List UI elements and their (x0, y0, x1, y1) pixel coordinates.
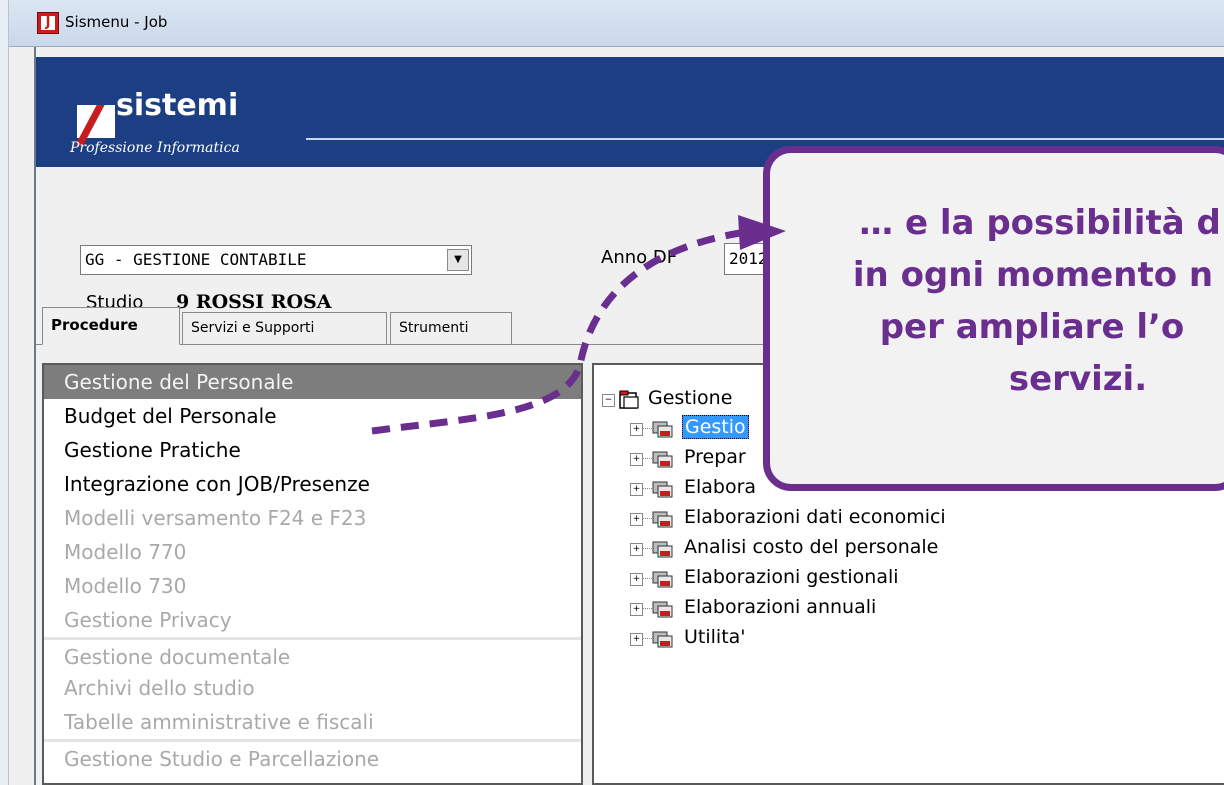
folder-icon (652, 511, 673, 528)
callout-line: servizi. (1008, 359, 1148, 399)
folder-icon (652, 541, 673, 558)
list-item[interactable]: Archivi dello studio (44, 671, 581, 705)
callout-line: … e la possibilità d (859, 203, 1221, 243)
tree-node-label: Prepar (684, 446, 746, 468)
list-item[interactable]: Modello 770 (44, 535, 581, 569)
tab-servizi-supporti[interactable]: Servizi e Supporti (182, 312, 387, 344)
list-item[interactable]: Budget del Personale (44, 399, 581, 433)
banner-divider (306, 138, 1224, 140)
tree-node-label: Elaborazioni annuali (684, 596, 877, 618)
folder-icon (652, 451, 673, 468)
module-select[interactable]: GG - GESTIONE CONTABILE ▼ (80, 245, 472, 275)
list-item[interactable]: Gestione Pratiche (44, 433, 581, 467)
folder-icon (652, 481, 673, 498)
list-item[interactable]: Gestione Privacy (44, 603, 581, 637)
tree-node-label: Gestio (682, 415, 749, 439)
logo-name: sistemi (116, 88, 239, 123)
studio-value: 9 ROSSI ROSA (176, 291, 332, 313)
folder-icon (652, 601, 673, 618)
logo-tagline: Professione Informatica (70, 140, 240, 156)
expand-icon[interactable]: + (630, 543, 643, 556)
outer-frame (0, 0, 9, 785)
folder-icon (652, 571, 673, 588)
list-item[interactable]: Modello 730 (44, 569, 581, 603)
tree-node-label: Utilita' (684, 626, 746, 648)
tab-procedure[interactable]: Procedure (42, 307, 180, 345)
callout-box: … e la possibilità d in ogni momento n p… (763, 146, 1224, 491)
callout-line: per ampliare l’o (879, 307, 1185, 347)
callout-text: … e la possibilità d in ogni momento n p… (770, 197, 1224, 405)
expand-icon[interactable]: + (630, 513, 643, 526)
list-item[interactable]: Gestione Studio e Parcellazione (44, 739, 581, 773)
app-j-icon: J (37, 12, 59, 34)
module-select-value: GG - GESTIONE CONTABILE (85, 250, 307, 269)
open-folder-icon (619, 390, 639, 409)
tree-node-label: Elabora (684, 476, 757, 498)
chevron-down-icon[interactable]: ▼ (447, 249, 469, 271)
callout-line: in ogni momento n (852, 255, 1214, 295)
tab-strumenti[interactable]: Strumenti (390, 312, 512, 344)
tree-node-label: Elaborazioni dati economici (684, 506, 946, 528)
procedure-list[interactable]: Gestione del Personale Budget del Person… (42, 363, 583, 785)
tree-node-label: Elaborazioni gestionali (684, 566, 899, 588)
expand-icon[interactable]: + (630, 573, 643, 586)
list-item[interactable]: Modelli versamento F24 e F23 (44, 501, 581, 535)
list-item[interactable]: Integrazione con JOB/Presenze (44, 467, 581, 501)
expand-icon[interactable]: + (630, 483, 643, 496)
list-item[interactable]: Tabelle amministrative e fiscali (44, 705, 581, 739)
tree-node-label: Analisi costo del personale (684, 536, 939, 558)
folder-icon (652, 631, 673, 648)
folder-icon (652, 421, 673, 438)
list-item[interactable]: Gestione documentale (44, 637, 581, 671)
list-item[interactable]: Gestione del Personale (44, 365, 581, 399)
window-title: Sismenu - Job (65, 13, 168, 31)
expand-icon[interactable]: + (630, 453, 643, 466)
title-bar[interactable]: J Sismenu - Job (9, 0, 1224, 47)
expand-icon[interactable]: + (630, 633, 643, 646)
expand-icon[interactable]: + (630, 423, 643, 436)
expand-icon[interactable]: + (630, 603, 643, 616)
collapse-icon[interactable]: − (602, 394, 615, 407)
logo-mark-icon (75, 105, 115, 145)
